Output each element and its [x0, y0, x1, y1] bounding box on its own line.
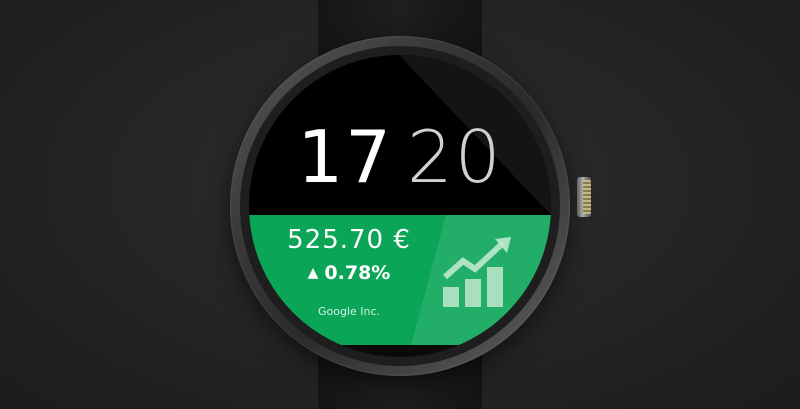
- watch-render: 17 20 525.70 € ▲ 0.78% Google Inc.: [0, 0, 800, 409]
- stock-change-value: 0.78%: [324, 262, 391, 284]
- triangle-up-icon: ▲: [307, 265, 319, 281]
- watch-face[interactable]: 17 20 525.70 € ▲ 0.78% Google Inc.: [249, 55, 551, 357]
- crown-ridges: [583, 180, 591, 214]
- stock-change: ▲ 0.78%: [249, 262, 449, 284]
- stock-price: 525.70 €: [287, 225, 411, 255]
- trending-up-chart-icon: [443, 237, 511, 307]
- time-minutes: 20: [407, 115, 503, 199]
- stock-company-name: Google Inc.: [317, 305, 381, 318]
- stock-panel[interactable]: 525.70 € ▲ 0.78% Google Inc.: [249, 215, 551, 345]
- time-hours: 17: [297, 115, 393, 199]
- time-display: 17 20: [249, 117, 551, 197]
